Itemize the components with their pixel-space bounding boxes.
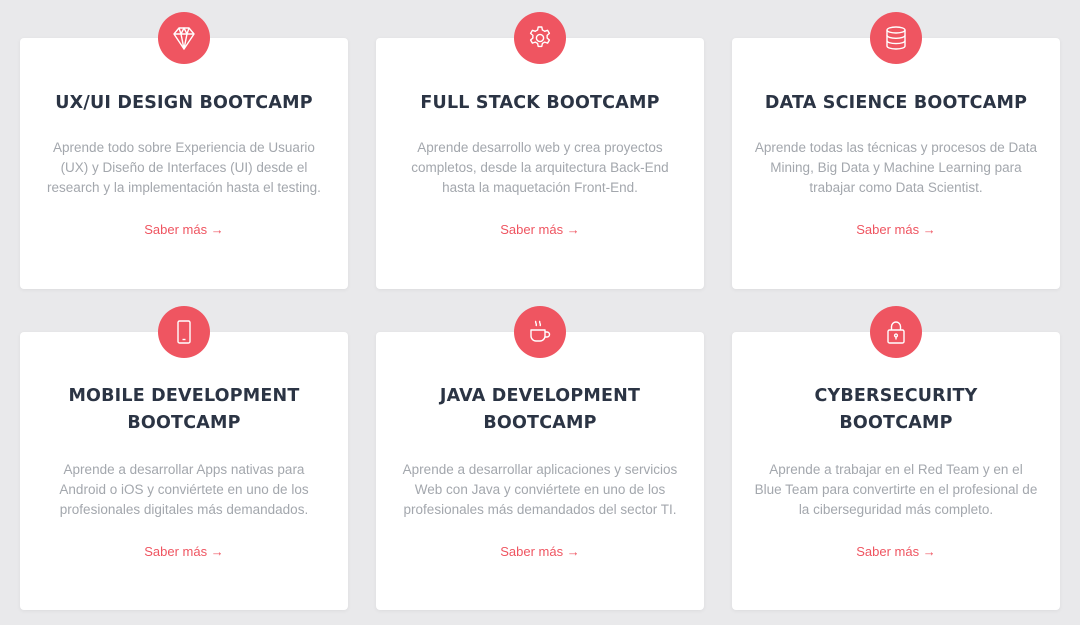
bootcamp-card-ux-ui[interactable]: UX/UI DESIGN BOOTCAMP Aprende todo sobre… xyxy=(20,12,348,289)
saber-mas-link[interactable]: Saber más → xyxy=(376,544,704,559)
card-title: FULL STACK BOOTCAMP xyxy=(420,93,660,113)
card-description: Aprende todas las técnicas y procesos de… xyxy=(754,140,1038,195)
saber-mas-link[interactable]: Saber más → xyxy=(732,222,1060,237)
card-description: Aprende todo sobre Experiencia de Usuari… xyxy=(47,140,321,195)
bootcamp-grid: UX/UI DESIGN BOOTCAMP Aprende todo sobre… xyxy=(0,0,1080,625)
card-title: JAVA DEVELOPMENT BOOTCAMP xyxy=(439,386,641,433)
saber-mas-link[interactable]: Saber más → xyxy=(20,222,348,237)
card-description: Aprende a desarrollar Apps nativas para … xyxy=(59,462,309,517)
card-description: Aprende a trabajar en el Red Team y en e… xyxy=(754,462,1038,517)
database-icon xyxy=(870,12,922,64)
bootcamp-card-cybersecurity[interactable]: CYBERSECURITY BOOTCAMP Aprende a trabaja… xyxy=(732,306,1060,610)
coffee-cup-icon xyxy=(514,306,566,358)
saber-mas-link[interactable]: Saber más → xyxy=(732,544,1060,559)
gear-icon xyxy=(514,12,566,64)
saber-mas-link[interactable]: Saber más → xyxy=(376,222,704,237)
bootcamp-card-data-science[interactable]: DATA SCIENCE BOOTCAMP Aprende todas las … xyxy=(732,12,1060,289)
padlock-icon xyxy=(870,306,922,358)
card-title: UX/UI DESIGN BOOTCAMP xyxy=(55,93,313,113)
smartphone-icon xyxy=(158,306,210,358)
card-description: Aprende a desarrollar aplicaciones y ser… xyxy=(402,462,678,517)
card-title: CYBERSECURITY BOOTCAMP xyxy=(814,386,978,433)
bootcamp-card-java[interactable]: JAVA DEVELOPMENT BOOTCAMP Aprende a desa… xyxy=(376,306,704,610)
card-title: MOBILE DEVELOPMENT BOOTCAMP xyxy=(68,386,300,433)
bootcamp-card-mobile[interactable]: MOBILE DEVELOPMENT BOOTCAMP Aprende a de… xyxy=(20,306,348,610)
card-description: Aprende desarrollo web y crea proyectos … xyxy=(411,140,669,195)
diamond-icon xyxy=(158,12,210,64)
card-title: DATA SCIENCE BOOTCAMP xyxy=(764,93,1028,113)
saber-mas-link[interactable]: Saber más → xyxy=(20,544,348,559)
bootcamp-card-full-stack[interactable]: FULL STACK BOOTCAMP Aprende desarrollo w… xyxy=(376,12,704,289)
